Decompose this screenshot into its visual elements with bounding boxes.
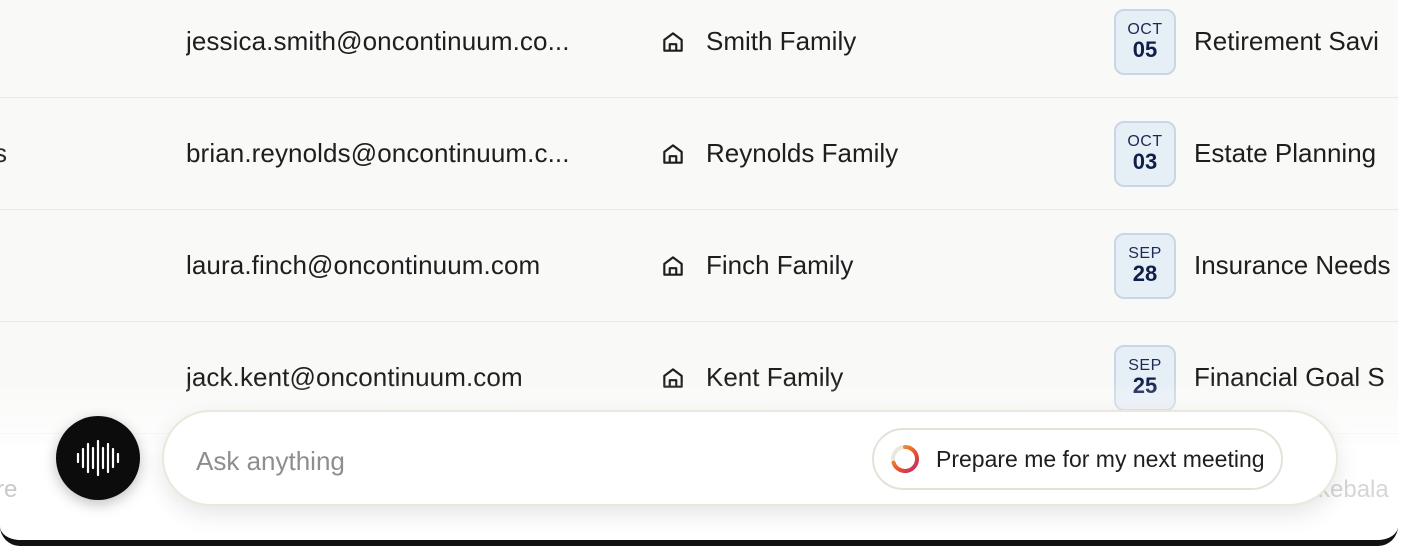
cell-name-fragment: s: [0, 98, 7, 209]
date-badge: OCT 05: [1114, 8, 1176, 75]
table-container: jessica.smith@oncontinuum.co... Smith Fa…: [0, 0, 1398, 546]
cell-meeting[interactable]: Estate Planning: [1194, 98, 1376, 209]
date-month: OCT: [1127, 21, 1163, 38]
date-month: OCT: [1127, 133, 1163, 150]
partial-row-left-text: re: [0, 476, 18, 503]
household-name: Kent Family: [706, 362, 844, 392]
date-day: 03: [1132, 149, 1158, 174]
voice-button[interactable]: [56, 416, 140, 500]
date-day: 28: [1132, 261, 1158, 286]
date-month: SEP: [1128, 357, 1162, 374]
cell-meeting[interactable]: Retirement Savi: [1194, 0, 1379, 97]
date-badge: SEP 25: [1114, 344, 1176, 411]
cell-meeting[interactable]: Insurance Needs: [1194, 210, 1391, 321]
household-name: Finch Family: [706, 250, 854, 280]
table-row[interactable]: jessica.smith@oncontinuum.co... Smith Fa…: [0, 0, 1398, 98]
date-day: 05: [1132, 37, 1158, 62]
date-month: SEP: [1128, 245, 1162, 262]
household-name: Smith Family: [706, 26, 857, 56]
household-name: Reynolds Family: [706, 138, 899, 168]
table-row[interactable]: s brian.reynolds@oncontinuum.c... Reynol…: [0, 98, 1398, 210]
home-icon: [663, 31, 683, 52]
ask-input[interactable]: [194, 440, 858, 482]
date-badge: SEP 28: [1114, 232, 1176, 299]
waveform-icon: [76, 439, 120, 477]
cell-email: brian.reynolds@oncontinuum.c...: [186, 138, 570, 168]
cell-email: laura.finch@oncontinuum.com: [186, 250, 541, 280]
home-icon: [663, 143, 683, 164]
cell-household[interactable]: Finch Family: [660, 210, 853, 321]
suggestion-chip[interactable]: Prepare me for my next meeting: [872, 428, 1283, 490]
home-icon: [663, 367, 683, 388]
cell-email: jessica.smith@oncontinuum.co...: [186, 26, 570, 56]
suggestion-label: Prepare me for my next meeting: [936, 445, 1265, 472]
assistant-prompt-bar: Prepare me for my next meeting: [162, 410, 1338, 506]
table-row[interactable]: laura.finch@oncontinuum.com Finch Family…: [0, 210, 1398, 322]
loading-ring-icon: [891, 445, 919, 473]
home-icon: [663, 255, 683, 276]
date-badge: OCT 03: [1114, 120, 1176, 187]
cell-household[interactable]: Smith Family: [660, 0, 856, 97]
date-day: 25: [1132, 373, 1158, 398]
cell-household[interactable]: Reynolds Family: [660, 98, 898, 209]
